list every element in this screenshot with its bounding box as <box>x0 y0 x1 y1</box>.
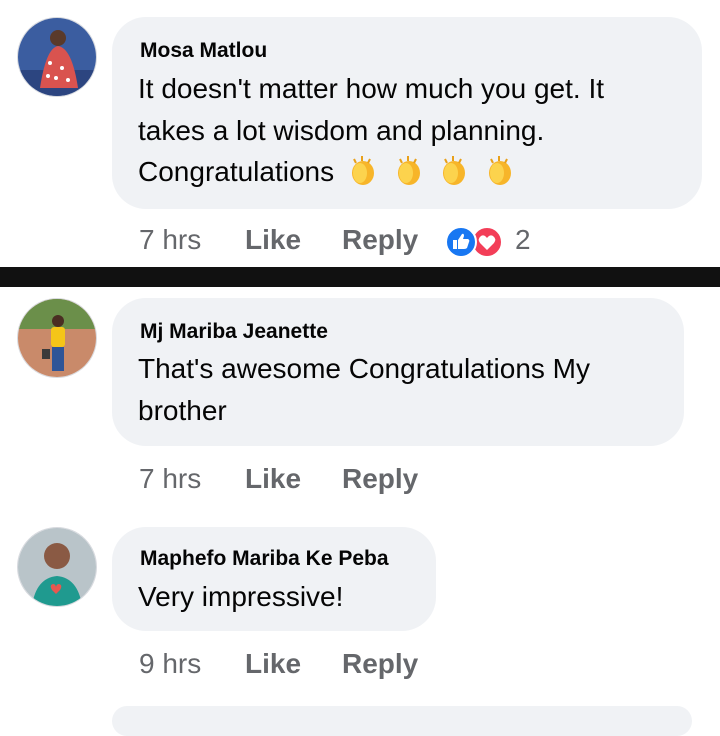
comment-actions: 7 hrs Like Reply 2 <box>139 224 579 260</box>
like-button[interactable]: Like <box>245 224 301 256</box>
comment-text-line: Congratulations <box>138 151 517 193</box>
comment-actions: 7 hrs Like Reply <box>139 463 459 499</box>
avatar[interactable] <box>17 17 97 97</box>
comment-text-line: That's awesome Congratulations My <box>138 353 590 384</box>
comment-author[interactable]: Maphefo Mariba Ke Peba <box>140 547 389 571</box>
comment-author[interactable]: Mj Mariba Jeanette <box>140 320 328 344</box>
comment-text-line: brother <box>138 395 227 426</box>
clapping-hands-icon <box>483 153 517 187</box>
avatar[interactable] <box>17 527 97 607</box>
avatar[interactable] <box>17 298 97 378</box>
image-divider <box>0 267 720 287</box>
next-comment-bubble-edge <box>112 706 692 736</box>
comment-author[interactable]: Mosa Matlou <box>140 39 267 63</box>
like-button[interactable]: Like <box>245 463 301 495</box>
comment-bubble: Mosa Matlou It doesn't matter how much y… <box>112 17 702 209</box>
comment-text-line: It doesn't matter how much you get. It <box>138 73 605 104</box>
reply-button[interactable]: Reply <box>342 224 418 256</box>
comment-time[interactable]: 7 hrs <box>139 463 201 495</box>
like-button[interactable]: Like <box>245 648 301 680</box>
comment-text-line: Very impressive! <box>138 581 344 612</box>
reply-button[interactable]: Reply <box>342 648 418 680</box>
like-icon <box>445 226 477 258</box>
clapping-hands-icon <box>346 153 380 187</box>
comment-bubble: Mj Mariba Jeanette That's awesome Congra… <box>112 298 684 446</box>
comment-time[interactable]: 7 hrs <box>139 224 201 256</box>
comment-text-line: takes a lot wisdom and planning. <box>138 115 545 146</box>
comment-actions: 9 hrs Like Reply <box>139 648 459 684</box>
clapping-hands-icon <box>392 153 426 187</box>
comment-time[interactable]: 9 hrs <box>139 648 201 680</box>
comment-bubble: Maphefo Mariba Ke Peba Very impressive! <box>112 527 436 631</box>
reply-button[interactable]: Reply <box>342 463 418 495</box>
comment-text-last: Congratulations <box>138 156 335 187</box>
clapping-hands-icon <box>437 153 471 187</box>
reaction-summary[interactable]: 2 <box>445 224 555 260</box>
reaction-count: 2 <box>515 224 531 255</box>
